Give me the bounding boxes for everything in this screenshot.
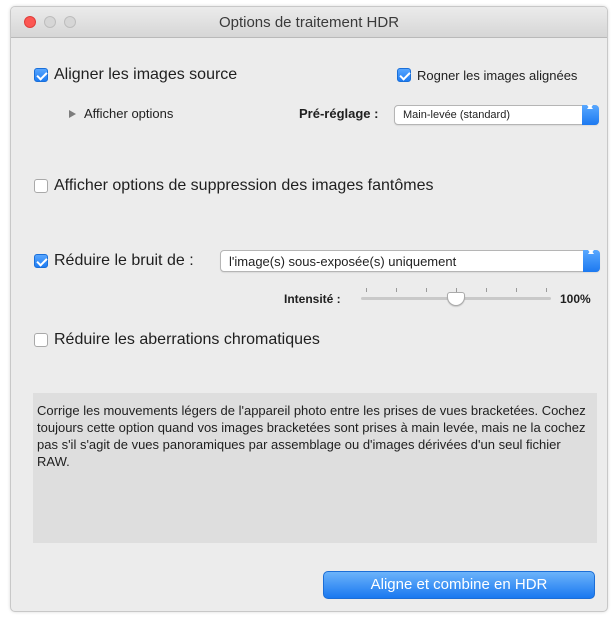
chromatic-aberration-checkbox[interactable] [34, 333, 48, 347]
select-arrows-icon [582, 105, 599, 125]
description-text: Corrige les mouvements légers de l'appar… [37, 403, 586, 469]
slider-tick [486, 288, 487, 292]
window-title: Options de traitement HDR [218, 14, 400, 31]
noise-target-select[interactable]: l'image(s) sous-exposée(s) uniquement [220, 250, 600, 272]
align-images-checkbox[interactable] [34, 68, 48, 82]
select-arrows-icon [583, 250, 600, 272]
slider-tick [426, 288, 427, 292]
align-combine-hdr-button[interactable]: Aligne et combine en HDR [323, 571, 595, 599]
slider-tick [546, 288, 547, 292]
noise-target-value: l'image(s) sous-exposée(s) uniquement [229, 254, 457, 269]
reduce-noise-checkbox[interactable] [34, 254, 48, 268]
disclosure-triangle-icon[interactable] [69, 110, 76, 118]
preset-select[interactable]: Main-levée (standard) [394, 105, 599, 125]
slider-tick [396, 288, 397, 292]
ghost-removal-label[interactable]: Afficher options de suppression des imag… [54, 177, 433, 195]
preset-select-value: Main-levée (standard) [403, 109, 510, 121]
slider-tick [366, 288, 367, 292]
intensity-label: Intensité : [284, 292, 341, 306]
slider-tick [516, 288, 517, 292]
show-options-toggle[interactable]: Afficher options [84, 106, 173, 121]
crop-aligned-label[interactable]: Rogner les images alignées [417, 68, 577, 83]
slider-knob[interactable] [447, 292, 465, 306]
intensity-slider[interactable] [361, 286, 551, 306]
reduce-noise-label[interactable]: Réduire le bruit de : [54, 252, 194, 270]
description-panel: Corrige les mouvements légers de l'appar… [33, 393, 597, 543]
preset-label: Pré-réglage : [299, 106, 379, 121]
ghost-removal-checkbox[interactable] [34, 179, 48, 193]
hdr-options-dialog: Options de traitement HDR Aligner les im… [10, 6, 608, 612]
crop-aligned-checkbox[interactable] [397, 68, 411, 82]
intensity-value: 100% [560, 292, 591, 306]
title-bar: Options de traitement HDR [11, 7, 607, 38]
chromatic-aberration-label[interactable]: Réduire les aberrations chromatiques [54, 331, 320, 349]
align-images-label[interactable]: Aligner les images source [54, 66, 237, 84]
